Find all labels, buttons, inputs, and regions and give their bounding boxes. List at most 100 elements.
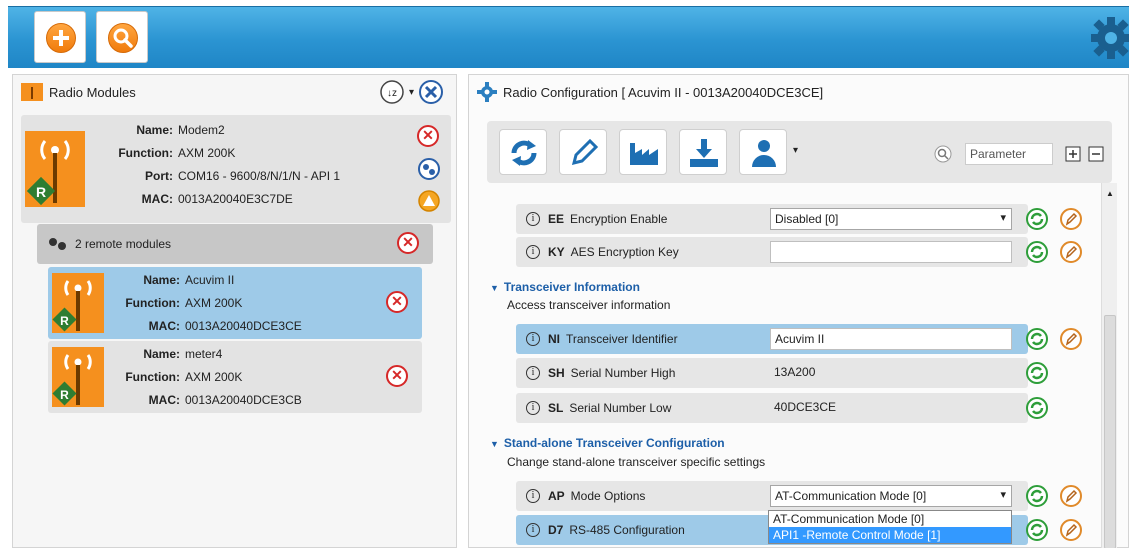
param-code: KY [548, 245, 565, 259]
read-param-icon[interactable] [1026, 241, 1048, 263]
pencil-icon [571, 138, 599, 166]
local-module-card[interactable]: R Name: Modem2 Function: AXM 200K Port: COM… [21, 115, 451, 223]
vertical-scrollbar[interactable]: ▲ [1101, 183, 1117, 548]
param-row-sh[interactable]: i SH Serial Number High 13A200 [516, 358, 1028, 388]
mode-options-dropdown[interactable]: AT-Communication Mode [0] API1 -Remote C… [768, 510, 1012, 544]
chevron-down-icon[interactable]: ▾ [409, 87, 414, 98]
collapse-arrow-icon[interactable]: ▼ [490, 283, 499, 293]
collapse-all-icon[interactable] [1088, 144, 1108, 164]
expand-all-icon[interactable] [1065, 144, 1085, 164]
param-row-ap[interactable]: i AP Mode Options AT-Communication Mode … [516, 481, 1028, 511]
info-icon[interactable]: i [526, 332, 540, 346]
download-icon [690, 139, 718, 167]
info-icon[interactable]: i [526, 212, 540, 226]
identifier-input[interactable]: Acuvim II [770, 328, 1012, 350]
module-function: AXM 200K [185, 370, 243, 384]
scroll-up-icon[interactable]: ▲ [1106, 189, 1114, 198]
module-mac: 0013A20040E3C7DE [178, 192, 293, 206]
read-settings-button[interactable] [499, 129, 547, 175]
param-row-sl[interactable]: i SL Serial Number Low 40DCE3CE [516, 393, 1028, 423]
function-key: Function: [125, 370, 180, 384]
parameter-search-input[interactable]: Parameter [965, 143, 1053, 165]
svg-text:↓z: ↓z [387, 88, 397, 99]
profile-button[interactable] [739, 129, 787, 175]
write-param-icon[interactable] [1060, 519, 1082, 541]
collapse-arrow-icon[interactable]: ▼ [490, 439, 499, 449]
read-param-icon[interactable] [1026, 485, 1048, 507]
write-settings-button[interactable] [559, 129, 607, 175]
remote-modules-icon [49, 238, 66, 250]
info-icon[interactable]: i [526, 489, 540, 503]
remove-module-button[interactable]: ✕ [386, 365, 408, 387]
read-param-icon[interactable] [1026, 208, 1048, 230]
function-key: Function: [118, 146, 173, 160]
config-toolbar: ▾ Parameter [487, 121, 1112, 183]
scrollbar-thumb[interactable] [1104, 315, 1116, 548]
read-param-icon[interactable] [1026, 519, 1048, 541]
serial-low-value: 40DCE3CE [774, 400, 837, 414]
section-title[interactable]: ▼ Stand-alone Transceiver Configuration [490, 436, 725, 450]
write-param-icon[interactable] [1060, 328, 1082, 350]
module-name: meter4 [185, 347, 223, 361]
discover-remote-icon[interactable] [417, 157, 441, 181]
param-code: SH [548, 366, 565, 380]
gear-icon [477, 82, 497, 102]
module-name: Acuvim II [185, 273, 235, 287]
read-param-icon[interactable] [1026, 397, 1048, 419]
param-code: AP [548, 489, 565, 503]
param-label: Mode Options [570, 489, 646, 503]
remote-module-card[interactable]: R Name: meter4 Function: AXM 200K MAC: 0013… [48, 341, 422, 413]
chevron-down-icon[interactable]: ▾ [793, 145, 798, 156]
read-param-icon[interactable] [1026, 362, 1048, 384]
write-param-icon[interactable] [1060, 208, 1082, 230]
remote-module-card[interactable]: R Name: Acuvim II Function: AXM 200K MAC: 0… [48, 267, 422, 339]
gear-icon[interactable] [1087, 15, 1129, 61]
function-key: Function: [125, 296, 180, 310]
default-settings-button[interactable] [619, 129, 667, 175]
remove-module-button[interactable]: ✕ [386, 291, 408, 313]
search-icon [934, 145, 952, 163]
config-title: Radio Configuration [ Acuvim II - 0013A2… [503, 84, 824, 100]
section-desc: Change stand-alone transceiver specific … [507, 455, 766, 469]
dropdown-option[interactable]: API1 -Remote Control Mode [1] [769, 527, 1011, 543]
param-row-ni[interactable]: i NI Transceiver Identifier Acuvim II [516, 324, 1028, 354]
radio-modules-icon [21, 83, 43, 101]
write-param-icon[interactable] [1060, 485, 1082, 507]
param-label: RS-485 Configuration [569, 523, 685, 537]
remove-module-button[interactable]: ✕ [417, 125, 439, 147]
param-row-ky[interactable]: i KY AES Encryption Key [516, 237, 1028, 267]
panel-title: Radio Modules [49, 84, 136, 100]
info-icon[interactable]: i [526, 401, 540, 415]
warning-icon[interactable] [417, 189, 441, 213]
param-code: D7 [548, 523, 564, 537]
remote-modules-header[interactable]: 2 remote modules ✕ [37, 224, 433, 264]
remove-remotes-button[interactable]: ✕ [397, 232, 419, 254]
info-icon[interactable]: i [526, 245, 540, 259]
main-toolbar [8, 6, 1129, 68]
discover-devices-button[interactable] [96, 11, 148, 63]
panel-actions: ↓z ▾ [379, 79, 444, 105]
param-code: SL [548, 401, 564, 415]
module-port: COM16 - 9600/8/N/1/N - API 1 [178, 169, 341, 183]
aes-key-input[interactable] [770, 241, 1012, 263]
read-param-icon[interactable] [1026, 328, 1048, 350]
sort-icon[interactable]: ↓z [379, 79, 405, 105]
mode-options-select[interactable]: AT-Communication Mode [0] [770, 485, 1012, 507]
param-label: Transceiver Identifier [566, 332, 678, 346]
info-icon[interactable]: i [526, 523, 540, 537]
write-param-icon[interactable] [1060, 241, 1082, 263]
add-device-button[interactable] [34, 11, 86, 63]
param-label: Encryption Enable [570, 212, 668, 226]
section-title[interactable]: ▼ Transceiver Information [490, 280, 640, 294]
port-key: Port: [145, 169, 173, 183]
module-mac: 0013A20040DCE3CB [185, 393, 302, 407]
param-row-ee[interactable]: i EE Encryption Enable Disabled [0] [516, 204, 1028, 234]
dropdown-option[interactable]: AT-Communication Mode [0] [769, 511, 1011, 527]
update-firmware-button[interactable] [679, 129, 727, 175]
name-key: Name: [143, 273, 180, 287]
close-icon[interactable] [418, 79, 444, 105]
encryption-select[interactable]: Disabled [0] [770, 208, 1012, 230]
svg-text:R: R [60, 388, 69, 402]
svg-text:R: R [60, 314, 69, 328]
info-icon[interactable]: i [526, 366, 540, 380]
